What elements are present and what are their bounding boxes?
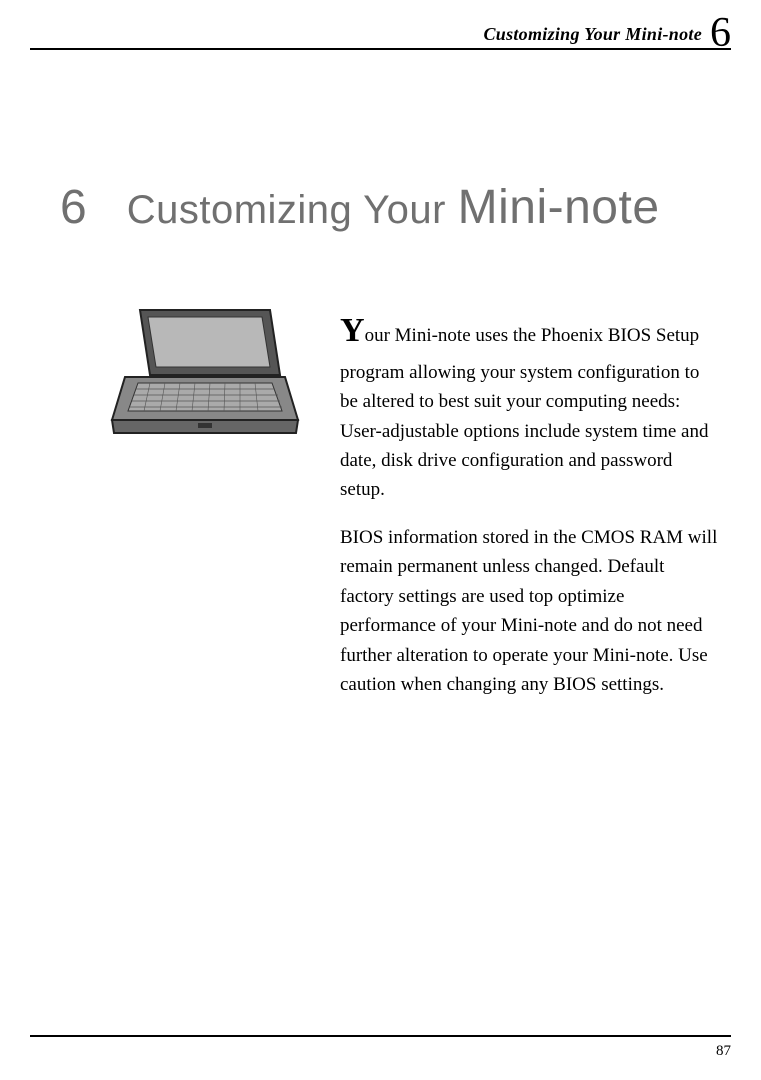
paragraph-2: BIOS information stored in the CMOS RAM … xyxy=(340,523,721,700)
dropcap: Y xyxy=(340,312,365,349)
paragraph-1: Your Mini-note uses the Phoenix BIOS Set… xyxy=(340,305,721,505)
chapter-title: Customizing Your Mini-note xyxy=(127,180,660,235)
chapter-title-prefix: Customizing Your xyxy=(127,188,458,232)
image-column xyxy=(110,305,310,445)
running-header: Customizing Your Mini-note 6 xyxy=(30,0,731,50)
paragraph-1-text: our Mini-note uses the Phoenix BIOS Setu… xyxy=(340,325,708,500)
page-footer: 87 xyxy=(30,1035,731,1060)
chapter-heading: 6 Customizing Your Mini-note xyxy=(60,180,731,235)
laptop-icon xyxy=(110,305,300,445)
header-chapter-number: 6 xyxy=(710,12,731,54)
laptop-illustration xyxy=(110,305,300,445)
page-number: 87 xyxy=(716,1043,731,1059)
text-column: Your Mini-note uses the Phoenix BIOS Set… xyxy=(340,305,721,718)
content-row: Your Mini-note uses the Phoenix BIOS Set… xyxy=(110,305,721,718)
chapter-number: 6 xyxy=(60,180,87,235)
header-title: Customizing Your Mini-note xyxy=(483,24,702,45)
chapter-title-emph: Mini-note xyxy=(458,181,660,234)
